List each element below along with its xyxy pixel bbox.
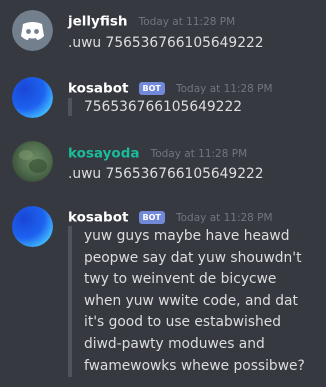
username[interactable]: jellyfish (68, 14, 128, 30)
username[interactable]: kosabot (68, 81, 128, 97)
timestamp: Today at 11:28 PM (138, 15, 236, 28)
message-content: .uwu 756536766105649222 (68, 166, 264, 182)
username[interactable]: kosayoda (68, 146, 139, 162)
avatar-jellyfish[interactable] (12, 10, 53, 51)
avatar-kosabot[interactable] (12, 77, 53, 118)
avatar-kosabot[interactable] (12, 206, 53, 247)
message-header: jellyfish Today at 11:28 PM (68, 13, 235, 30)
message-header: kosabot BOT Today at 11:28 PM (68, 80, 273, 97)
username[interactable]: kosabot (68, 210, 128, 226)
discord-logo-icon (12, 10, 53, 51)
blue-gradient-avatar (12, 206, 53, 247)
photo-avatar (12, 141, 53, 182)
bot-tag: BOT (138, 211, 165, 224)
message-content: .uwu 756536766105649222 (68, 35, 264, 51)
quote-content: yuw guys maybe have heawd peopwe say dat… (68, 226, 312, 378)
timestamp: Today at 11:28 PM (150, 147, 248, 160)
message-header: kosayoda Today at 11:28 PM (68, 145, 247, 162)
quote-content: 756536766105649222 (68, 98, 242, 116)
timestamp: Today at 11:28 PM (175, 211, 273, 224)
chat-messages: jellyfish Today at 11:28 PM .uwu 7565367… (0, 0, 326, 387)
timestamp: Today at 11:28 PM (175, 82, 273, 95)
avatar-kosayoda[interactable] (12, 141, 53, 182)
bot-tag: BOT (138, 82, 165, 95)
message-header: kosabot BOT Today at 11:28 PM (68, 209, 273, 226)
blue-gradient-avatar (12, 77, 53, 118)
